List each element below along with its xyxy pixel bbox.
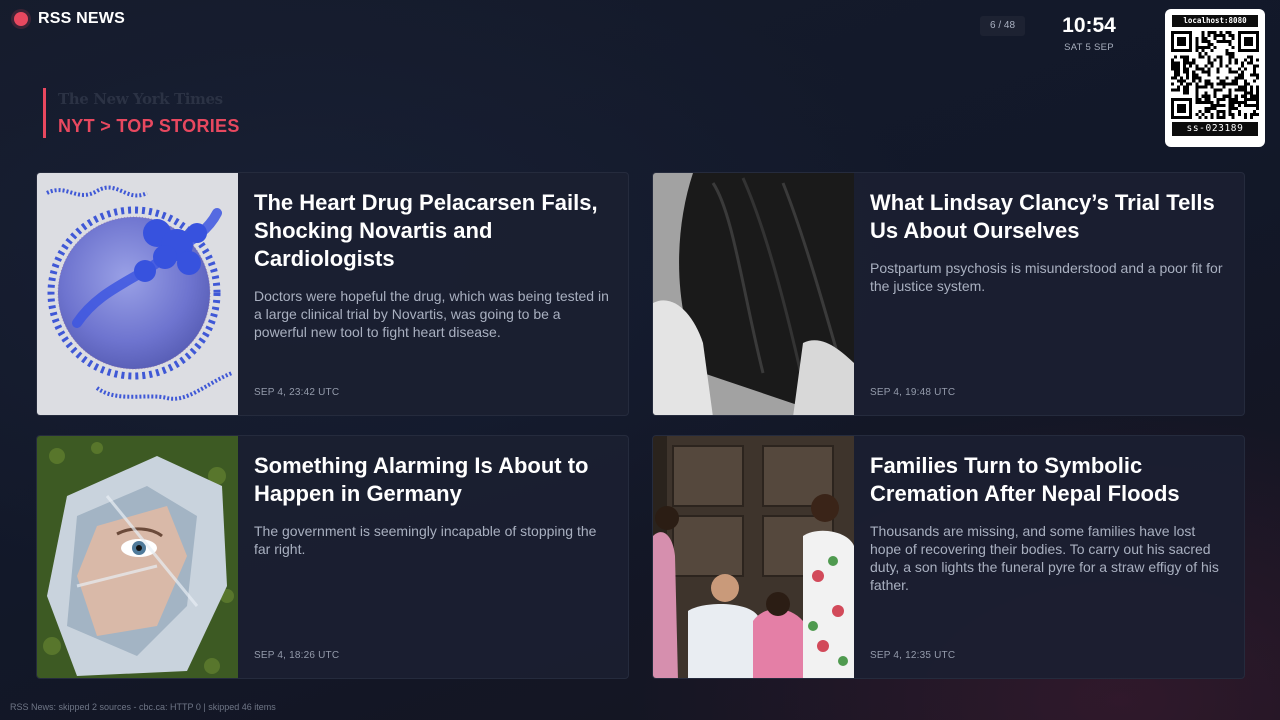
- article-body: Something Alarming Is About to Happen in…: [254, 452, 610, 664]
- app-brand: RSS NEWS: [14, 10, 125, 28]
- article-card[interactable]: Something Alarming Is About to Happen in…: [36, 435, 629, 679]
- article-image: [37, 436, 238, 678]
- article-date: SEP 4, 23:42 UTC: [254, 387, 340, 398]
- portrait-photo-icon: [653, 173, 854, 415]
- clock-date: SAT 5 SEP: [1064, 42, 1114, 53]
- qr-code-icon: [1171, 31, 1259, 119]
- qr-id-label: ss-023189: [1172, 122, 1258, 136]
- article-card[interactable]: What Lindsay Clancy’s Trial Tells Us Abo…: [652, 172, 1245, 416]
- source-title: NYT > TOP STORIES: [58, 116, 240, 136]
- article-title[interactable]: Families Turn to Symbolic Cremation Afte…: [870, 452, 1226, 508]
- article-date: SEP 4, 18:26 UTC: [254, 650, 340, 661]
- article-title[interactable]: The Heart Drug Pelacarsen Fails, Shockin…: [254, 189, 610, 273]
- qr-card: localhost:8080 ss-023189: [1165, 9, 1265, 147]
- article-card[interactable]: The Heart Drug Pelacarsen Fails, Shockin…: [36, 172, 629, 416]
- clock-time: 10:54: [1062, 14, 1116, 37]
- article-title[interactable]: What Lindsay Clancy’s Trial Tells Us Abo…: [870, 189, 1226, 245]
- article-body: What Lindsay Clancy’s Trial Tells Us Abo…: [870, 189, 1226, 401]
- status-bar: RSS News: skipped 2 sources - cbc.ca: HT…: [10, 702, 276, 712]
- qr-host-label: localhost:8080: [1172, 15, 1258, 27]
- live-indicator-icon: [14, 12, 28, 26]
- article-date: SEP 4, 12:35 UTC: [870, 650, 956, 661]
- article-body: The Heart Drug Pelacarsen Fails, Shockin…: [254, 189, 610, 401]
- page-counter: 6 / 48: [980, 16, 1025, 36]
- article-summary: Postpartum psychosis is misunderstood an…: [870, 260, 1223, 294]
- article-title[interactable]: Something Alarming Is About to Happen in…: [254, 452, 610, 508]
- lipoprotein-illustration-icon: [37, 173, 238, 415]
- app-title: RSS NEWS: [38, 10, 125, 27]
- article-summary: Thousands are missing, and some families…: [870, 523, 1219, 593]
- article-image: [653, 436, 854, 678]
- article-body: Families Turn to Symbolic Cremation Afte…: [870, 452, 1226, 664]
- article-image: [37, 173, 238, 415]
- article-image: [653, 173, 854, 415]
- family-photo-icon: [653, 436, 854, 678]
- source-header: The New York Times NYT > TOP STORIES: [43, 88, 240, 138]
- article-card[interactable]: Families Turn to Symbolic Cremation Afte…: [652, 435, 1245, 679]
- clock: 10:54 SAT 5 SEP: [1050, 14, 1128, 53]
- article-summary: The government is seemingly incapable of…: [254, 523, 597, 557]
- article-date: SEP 4, 19:48 UTC: [870, 387, 956, 398]
- source-logo: The New York Times: [58, 90, 223, 108]
- poster-photo-icon: [37, 436, 238, 678]
- article-summary: Doctors were hopeful the drug, which was…: [254, 288, 609, 340]
